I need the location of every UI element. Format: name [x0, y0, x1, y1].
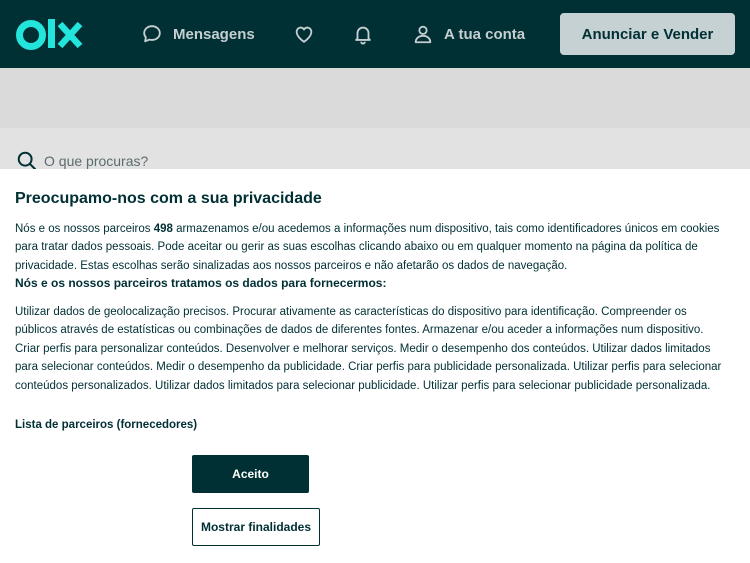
consent-purposes-text: Utilizar dados de geolocalização preciso… [15, 306, 722, 392]
account-link[interactable]: A tua conta [412, 0, 525, 68]
consent-subtitle: Nós e os nossos parceiros tratamos os da… [15, 276, 387, 290]
intro-before: Nós e os nossos parceiros [15, 223, 154, 235]
show-purposes-button[interactable]: Mostrar finalidades [192, 508, 320, 546]
accept-button[interactable]: Aceito [192, 455, 309, 493]
bell-icon [352, 23, 374, 45]
user-icon [412, 23, 434, 45]
messages-label: Mensagens [173, 25, 255, 43]
favorites-button[interactable] [293, 0, 315, 68]
chat-bubble-icon [141, 23, 163, 45]
olx-logo-graphic [16, 19, 83, 50]
consent-intro-text: Nós e os nossos parceiros 498 armazenamo… [15, 220, 730, 275]
sell-button[interactable]: Anunciar e Vender [560, 13, 735, 55]
partner-count: 498 [153, 223, 173, 235]
consent-title: Preocupamo-nos com a sua privacidade [15, 190, 322, 207]
top-header: Mensagens A tua conta Anunciar e Vender [0, 0, 750, 68]
heart-icon [293, 23, 315, 45]
partners-list-link[interactable]: Lista de parceiros (fornecedores) [15, 419, 197, 431]
messages-link[interactable]: Mensagens [141, 0, 255, 68]
notifications-button[interactable] [352, 0, 374, 68]
privacy-consent-panel: Preocupamo-nos com a sua privacidade Nós… [0, 169, 750, 563]
account-label: A tua conta [444, 25, 526, 43]
olx-logo[interactable] [16, 17, 84, 56]
ad-banner-placeholder [0, 68, 750, 128]
